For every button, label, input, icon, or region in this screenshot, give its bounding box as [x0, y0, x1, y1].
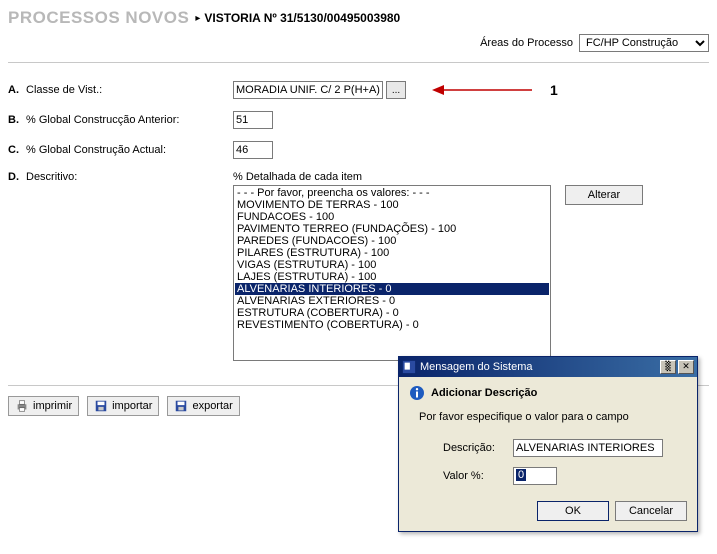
dialog-ok-button[interactable]: OK [537, 501, 609, 521]
dialog-heading: Adicionar Descrição [431, 387, 537, 399]
divider [8, 62, 709, 63]
imprimir-button[interactable]: imprimir [8, 396, 79, 416]
annotation-number: 1 [550, 82, 558, 98]
importar-button[interactable]: importar [87, 396, 159, 416]
list-item[interactable]: LAJES (ESTRUTURA) - 100 [235, 271, 549, 283]
row-global-anterior: B. % Global Construcção Anterior: [8, 111, 709, 129]
annotation-arrow: 1 [432, 82, 558, 98]
classe-vist-input[interactable] [233, 81, 383, 99]
areas-processo-select[interactable]: FC/HP Construção [579, 34, 709, 52]
arrow-left-icon [432, 83, 532, 97]
disk-import-icon [94, 399, 108, 413]
dialog-close-button[interactable]: ✕ [678, 360, 694, 374]
dialog-descricao-input[interactable] [513, 439, 663, 457]
alterar-button[interactable]: Alterar [565, 185, 643, 205]
dialog-titlebar[interactable]: Mensagem do Sistema ␩ ✕ [399, 357, 697, 377]
list-item[interactable]: - - - Por favor, preencha os valores: - … [235, 187, 549, 199]
imprimir-label: imprimir [33, 400, 72, 412]
label-letter-b: B. [8, 114, 26, 126]
global-actual-input[interactable] [233, 141, 273, 159]
dialog-cancel-button[interactable]: Cancelar [615, 501, 687, 521]
exportar-label: exportar [192, 400, 232, 412]
list-item[interactable]: PILARES (ESTRUTURA) - 100 [235, 247, 549, 259]
breadcrumb-root: PROCESSOS NOVOS [8, 8, 189, 28]
list-item[interactable]: ESTRUTURA (COBERTURA) - 0 [235, 307, 549, 319]
dialog-valor-input[interactable]: 0 [513, 467, 557, 485]
label-letter-a: A. [8, 84, 26, 96]
dialog-heading-row: Adicionar Descrição [409, 385, 687, 401]
label-descritivo: Descritivo: [26, 171, 77, 183]
dialog-valor-label: Valor %: [443, 470, 513, 482]
dialog-field-valor: Valor %: 0 [443, 467, 687, 485]
page-header: PROCESSOS NOVOS ▸ VISTORIA Nº 31/5130/00… [8, 8, 709, 28]
classe-vist-lookup-button[interactable]: ... [386, 81, 406, 99]
list-item[interactable]: VIGAS (ESTRUTURA) - 100 [235, 259, 549, 271]
areas-processo-label: Áreas do Processo [480, 37, 573, 49]
dialog-help-button[interactable]: ␩ [660, 360, 676, 374]
areas-processo-row: Áreas do Processo FC/HP Construção [8, 34, 709, 52]
list-item[interactable]: PAVIMENTO TERREO (FUNDAÇÕES) - 100 [235, 223, 549, 235]
descritivo-listbox[interactable]: - - - Por favor, preencha os valores: - … [233, 185, 551, 361]
chevron-right-icon: ▸ [195, 13, 200, 24]
label-classe-vist: Classe de Vist.: [26, 84, 102, 96]
list-item[interactable]: PAREDES (FUNDACOES) - 100 [235, 235, 549, 247]
row-global-actual: C. % Global Construção Actual: [8, 141, 709, 159]
row-descritivo: D. Descritivo: % Detalhada de cada item [8, 171, 709, 183]
info-icon [409, 385, 425, 401]
dialog-message: Por favor especifique o valor para o cam… [419, 411, 687, 423]
page-title: VISTORIA Nº 31/5130/00495003980 [204, 11, 400, 25]
printer-icon [15, 399, 29, 413]
label-letter-d: D. [8, 171, 26, 183]
dialog-field-descricao: Descrição: [443, 439, 687, 457]
list-item[interactable]: REVESTIMENTO (COBERTURA) - 0 [235, 319, 549, 331]
label-global-actual: % Global Construção Actual: [26, 144, 166, 156]
system-message-dialog: Mensagem do Sistema ␩ ✕ Adicionar Descri… [398, 356, 698, 532]
exportar-button[interactable]: exportar [167, 396, 239, 416]
label-detalhada: % Detalhada de cada item [233, 171, 362, 183]
descritivo-block: - - - Por favor, preencha os valores: - … [8, 185, 709, 361]
label-global-anterior: % Global Construcção Anterior: [26, 114, 179, 126]
list-item[interactable]: ALVENARIAS INTERIORES - 0 [235, 283, 549, 295]
dialog-title: Mensagem do Sistema [420, 361, 658, 373]
app-icon [402, 360, 416, 374]
importar-label: importar [112, 400, 152, 412]
disk-export-icon [174, 399, 188, 413]
row-classe-vist: A. Classe de Vist.: ... 1 [8, 81, 709, 99]
label-letter-c: C. [8, 144, 26, 156]
dialog-descricao-label: Descrição: [443, 442, 513, 454]
list-item[interactable]: FUNDACOES - 100 [235, 211, 549, 223]
list-item[interactable]: MOVIMENTO DE TERRAS - 100 [235, 199, 549, 211]
list-item[interactable]: ALVENARIAS EXTERIORES - 0 [235, 295, 549, 307]
global-anterior-input[interactable] [233, 111, 273, 129]
